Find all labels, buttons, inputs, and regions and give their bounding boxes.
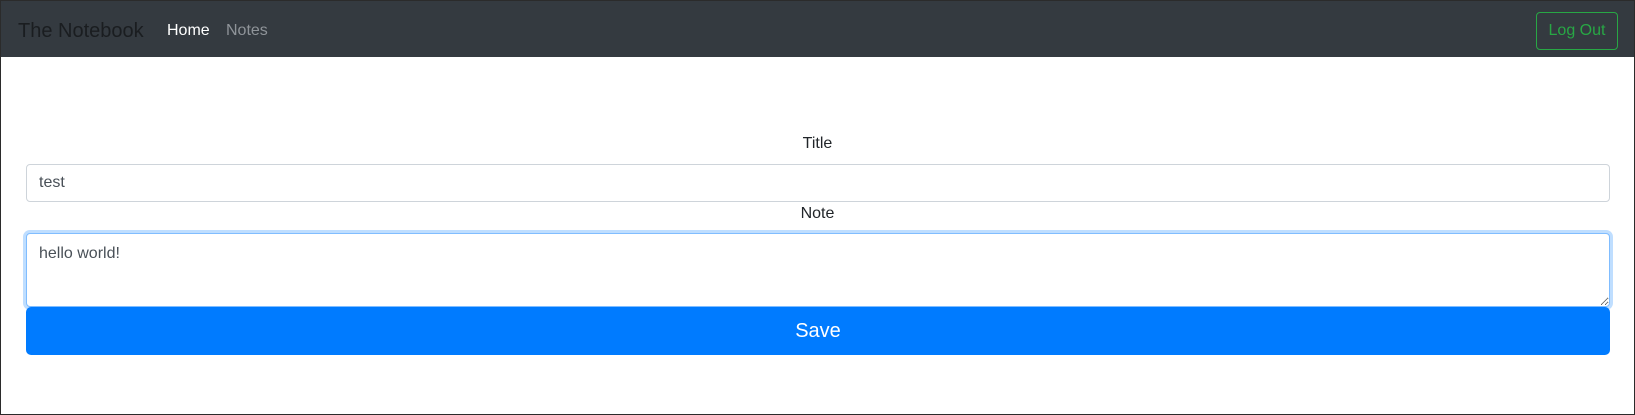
note-label: Note bbox=[800, 205, 835, 222]
nav-link-notes[interactable]: Notes bbox=[226, 21, 268, 41]
app-window: The Notebook Home Notes Log Out Title No… bbox=[0, 0, 1635, 415]
title-label: Title bbox=[802, 135, 833, 152]
save-button[interactable]: Save bbox=[26, 307, 1610, 355]
note-textarea[interactable]: hello world! bbox=[26, 233, 1610, 307]
top-navbar: The Notebook Home Notes Log Out bbox=[1, 1, 1634, 57]
logout-button[interactable]: Log Out bbox=[1536, 12, 1618, 50]
nav-link-home[interactable]: Home bbox=[167, 21, 210, 41]
title-input[interactable] bbox=[26, 164, 1610, 202]
brand-logo-link[interactable]: The Notebook bbox=[18, 18, 144, 44]
